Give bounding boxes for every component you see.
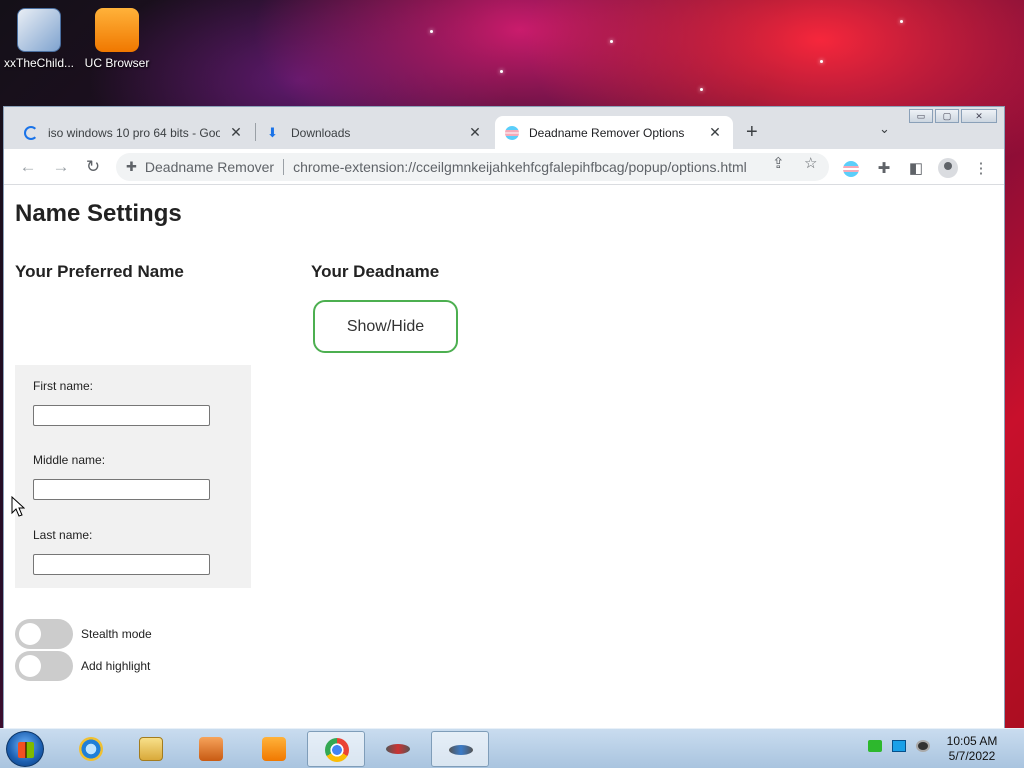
close-window-button[interactable]: ✕	[961, 109, 997, 123]
sparkle	[820, 60, 823, 63]
preferred-name-heading: Your Preferred Name	[15, 262, 184, 281]
tab-title: iso windows 10 pro 64 bits - Goo	[48, 125, 220, 140]
taskbar-chrome[interactable]	[307, 731, 365, 767]
stealth-mode-label: Stealth mode	[81, 627, 152, 641]
browser-toolbar: ← → ↻ ✚ Deadname Remover chrome-extensio…	[4, 149, 1004, 185]
add-highlight-label: Add highlight	[81, 659, 151, 673]
reload-button[interactable]: ↻	[83, 157, 103, 177]
show-hide-button[interactable]: Show/Hide	[313, 300, 458, 353]
first-name-label: First name:	[33, 379, 94, 393]
minimize-button[interactable]: ▭	[909, 109, 933, 123]
omnibox-divider	[283, 159, 285, 175]
display-tray-icon[interactable]	[892, 740, 906, 752]
taskbar-internet-explorer[interactable]	[62, 731, 120, 767]
fish-app-icon	[386, 744, 410, 754]
tab-google-search[interactable]: iso windows 10 pro 64 bits - Goo ✕	[14, 116, 254, 149]
url-text[interactable]: chrome-extension://cceilgmnkeijahkehfcgf…	[293, 159, 747, 175]
back-button[interactable]: ←	[18, 157, 38, 177]
tab-downloads[interactable]: ⬇ Downloads ✕	[257, 116, 493, 149]
sparkle	[500, 70, 503, 73]
maximize-button[interactable]: ▢	[935, 109, 959, 123]
deadname-heading: Your Deadname	[311, 262, 440, 281]
new-tab-button[interactable]: +	[746, 121, 758, 144]
taskbar-fish-app[interactable]	[369, 731, 427, 767]
media-player-icon	[199, 737, 223, 761]
middle-name-label: Middle name:	[33, 453, 106, 467]
desktop-icon-xxthechild[interactable]: xxTheChild...	[2, 8, 76, 70]
taskbar-media-player[interactable]	[182, 731, 240, 767]
side-panel-icon[interactable]: ◧	[907, 159, 925, 177]
page-title: Name Settings	[15, 200, 182, 227]
sparkle	[610, 40, 613, 43]
window-cleaner-icon	[17, 8, 61, 52]
options-page: Name Settings Your Preferred Name Your D…	[4, 186, 1004, 729]
taskbar-file-explorer[interactable]	[122, 731, 180, 767]
start-button[interactable]	[6, 731, 44, 767]
last-name-label: Last name:	[33, 528, 93, 542]
trans-flag-icon	[505, 125, 519, 140]
system-clock[interactable]: 10:05 AM 5/7/2022	[942, 734, 1002, 764]
taskbar-fish-app-active[interactable]	[431, 731, 489, 767]
download-icon: ⬇	[267, 124, 278, 140]
stealth-mode-row: Stealth mode	[15, 619, 152, 649]
tab-separator	[255, 123, 256, 141]
taskbar-uc-browser[interactable]	[245, 731, 303, 767]
bookmark-star-icon[interactable]: ☆	[804, 154, 817, 172]
toggle-knob	[19, 655, 41, 677]
extension-chip[interactable]: Deadname Remover	[145, 159, 274, 175]
tab-deadname-remover-options[interactable]: Deadname Remover Options ✕	[495, 116, 733, 149]
fish-app-icon	[449, 745, 473, 755]
preferred-name-form: First name: Middle name: Last name:	[15, 365, 251, 588]
address-bar[interactable]: ✚ Deadname Remover chrome-extension://cc…	[116, 153, 829, 181]
tab-title: Downloads	[291, 125, 351, 140]
close-icon[interactable]: ✕	[467, 124, 483, 141]
share-icon[interactable]: ⇪	[772, 154, 785, 172]
desktop-icon-label: UC Browser	[84, 56, 150, 70]
last-name-input[interactable]	[33, 554, 210, 575]
menu-icon[interactable]: ⋮	[972, 159, 990, 177]
add-highlight-row: Add highlight	[15, 651, 150, 681]
close-icon[interactable]: ✕	[228, 124, 244, 141]
sparkle	[430, 30, 433, 33]
loading-spinner-icon	[24, 125, 38, 140]
middle-name-input[interactable]	[33, 479, 210, 500]
clock-date: 5/7/2022	[948, 749, 996, 763]
tab-search-button[interactable]: ⌄	[879, 121, 890, 137]
close-icon[interactable]: ✕	[707, 124, 723, 141]
chrome-icon	[325, 738, 349, 762]
uc-browser-icon	[262, 737, 286, 761]
mouse-cursor-icon	[11, 496, 25, 517]
first-name-input[interactable]	[33, 405, 210, 426]
puzzle-icon: ✚	[126, 159, 137, 174]
tab-strip: iso windows 10 pro 64 bits - Goo ✕ ⬇ Dow…	[4, 107, 1004, 149]
volume-tray-icon[interactable]	[916, 740, 930, 752]
file-explorer-icon	[139, 737, 163, 761]
toggle-knob	[19, 623, 41, 645]
forward-button[interactable]: →	[51, 157, 71, 177]
deadname-remover-extension-icon[interactable]	[843, 161, 859, 177]
desktop-icon-label: xxTheChild...	[3, 56, 75, 70]
clock-time: 10:05 AM	[946, 734, 998, 748]
profile-avatar[interactable]	[938, 158, 958, 178]
desktop-icon-uc-browser[interactable]: UC Browser	[80, 8, 154, 70]
stealth-mode-toggle[interactable]	[15, 619, 73, 649]
browser-window: iso windows 10 pro 64 bits - Goo ✕ ⬇ Dow…	[3, 106, 1005, 729]
internet-explorer-icon	[79, 737, 103, 761]
network-tray-icon[interactable]	[868, 740, 882, 752]
sparkle	[900, 20, 903, 23]
tab-title: Deadname Remover Options	[529, 125, 685, 140]
add-highlight-toggle[interactable]	[15, 651, 73, 681]
sparkle	[700, 88, 703, 91]
uc-browser-icon	[95, 8, 139, 52]
extensions-icon[interactable]: ✚	[875, 159, 893, 177]
